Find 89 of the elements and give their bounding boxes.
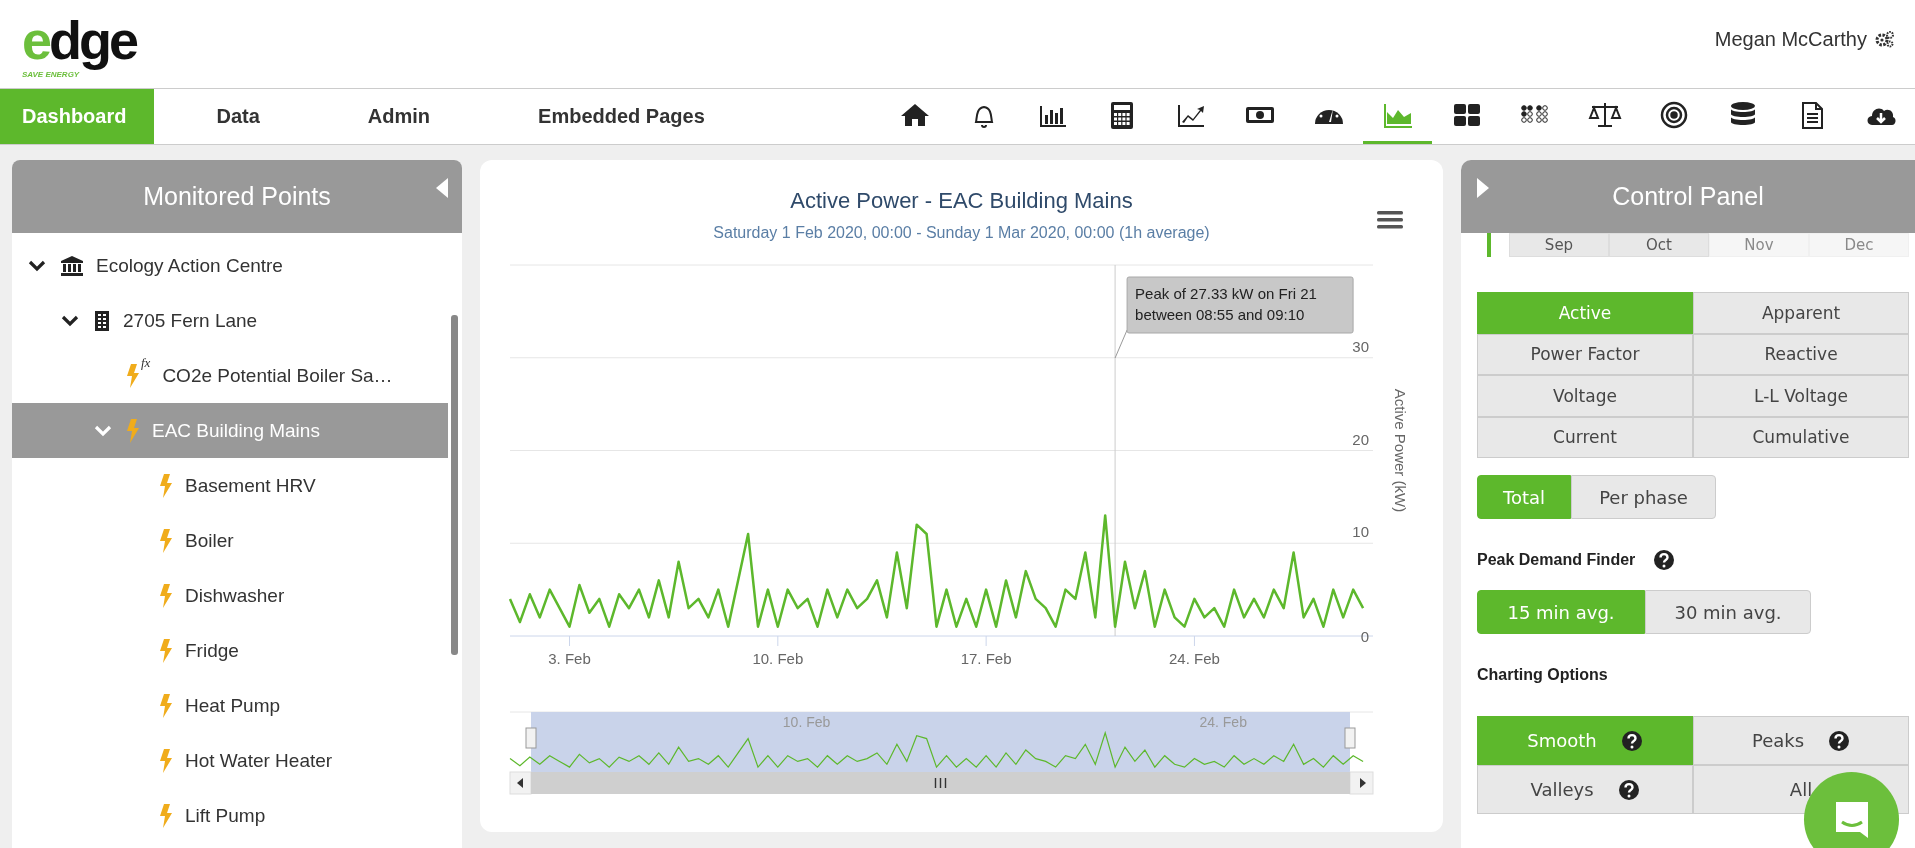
logo-tagline: SAVE ENERGY [22, 71, 80, 80]
tree-item[interactable]: Hot Water Heater [12, 733, 448, 788]
chart-option-button[interactable]: Valleys [1477, 765, 1693, 814]
tooltip-text: Peak of 27.33 kW on Fri 21 [1135, 285, 1317, 302]
bolt-icon [159, 528, 173, 553]
tree-label: Lift Pump [185, 804, 266, 827]
logo-wordmark: edge [22, 8, 138, 72]
tree-item[interactable]: Fridge [12, 623, 448, 678]
measure-button[interactable]: Power Factor [1477, 333, 1693, 375]
tree-label: EAC Building Mains [152, 419, 320, 442]
chevron-down-icon[interactable] [28, 259, 46, 272]
bolt-icon [159, 748, 173, 773]
grip-icon [934, 777, 947, 789]
chart-title: Active Power - EAC Building Mains [790, 188, 1133, 214]
month-tab[interactable]: Sep [1509, 233, 1609, 257]
phase-button[interactable]: Per phase [1571, 475, 1716, 519]
panel-title: Monitored Points [143, 182, 331, 211]
chart-subtitle: Saturday 1 Feb 2020, 00:00 - Sunday 1 Mar 2020, 00:00 (1h average) [713, 224, 1210, 242]
help-icon[interactable] [1620, 729, 1643, 752]
bolt-icon [126, 363, 140, 388]
measure-button[interactable]: Cumulative [1693, 416, 1909, 458]
tree-item[interactable]: Lift Pump [12, 788, 448, 843]
panel-title: Control Panel [1612, 182, 1764, 211]
measure-button[interactable]: Current [1477, 416, 1693, 458]
bolt-icon [126, 418, 140, 443]
bolt-icon [159, 693, 173, 718]
navigator-label: 24. Feb [1199, 714, 1247, 730]
tree-item[interactable]: $^{fx}$ CO2e Potential Boiler Sa… [12, 348, 448, 403]
bank-icon [60, 254, 84, 277]
bolt-icon [159, 583, 173, 608]
collapse-icon[interactable] [436, 178, 448, 198]
gears-icon[interactable] [1875, 30, 1895, 48]
y-tick-label: 0 [1360, 628, 1369, 645]
navigator-label: 10. Feb [782, 714, 831, 730]
tree-item[interactable]: Basement HRV [12, 458, 448, 513]
bolt-icon [159, 803, 173, 828]
scroll-left-button[interactable] [509, 771, 532, 795]
navigator-handle[interactable] [1344, 727, 1356, 749]
tree-label: Hot Water Heater [185, 749, 333, 772]
scrollbar-thumb[interactable] [451, 315, 458, 655]
tree-label: Fridge [185, 639, 239, 662]
tree-item[interactable]: Dishwasher [12, 568, 448, 623]
nav-tab[interactable]: Embedded Pages [476, 89, 751, 144]
measure-button[interactable]: L-L Voltage [1693, 375, 1909, 417]
bolt-icon [159, 473, 173, 498]
tree-label: Boiler [185, 529, 234, 552]
tree-item[interactable]: Ecology Action Centre [12, 238, 448, 293]
tree-label: Dishwasher [185, 584, 285, 607]
tree-label: CO2e Potential Boiler Sa… [162, 364, 393, 387]
y-tick-label: 20 [1352, 430, 1369, 448]
tooltip-text: between 08:55 and 09:10 [1135, 306, 1305, 323]
x-tick-label: 17. Feb [960, 650, 1012, 667]
y-tick-label: 30 [1352, 337, 1369, 355]
y-tick-label: 10 [1352, 523, 1369, 541]
tree-label: Basement HRV [185, 474, 316, 497]
y-axis-title: Active Power (kW) [1392, 388, 1409, 513]
section-label: Peak Demand Finder [1477, 551, 1636, 569]
measure-button[interactable]: Voltage [1477, 375, 1693, 417]
tree-item[interactable]: Heat Pump [12, 678, 448, 733]
formula-label: fx [141, 355, 151, 369]
help-icon[interactable] [1653, 549, 1676, 571]
leader-line [1114, 329, 1128, 359]
nav-tab[interactable]: Data [154, 89, 306, 144]
help-icon[interactable] [1828, 729, 1851, 752]
tree-item[interactable]: Boiler [12, 513, 448, 568]
expand-icon[interactable] [1477, 178, 1489, 198]
tree-label: Ecology Action Centre [96, 254, 283, 277]
help-icon[interactable] [1617, 778, 1640, 801]
user-name[interactable]: Megan McCarthy [1714, 27, 1867, 51]
measure-button[interactable]: Reactive [1693, 333, 1909, 375]
tree-label: 2705 Fern Lane [123, 309, 258, 332]
scrollbar-thumb[interactable] [531, 772, 1350, 794]
chevron-down-icon[interactable] [61, 314, 79, 327]
building-icon [93, 309, 111, 332]
menu-icon[interactable] [1377, 210, 1403, 230]
navigator-handle[interactable] [525, 727, 537, 749]
measure-button[interactable]: Apparent [1693, 292, 1909, 334]
tree-label: Heat Pump [185, 694, 281, 717]
chart-option-button[interactable]: Peaks [1693, 716, 1909, 765]
month-tab[interactable]: Oct [1609, 233, 1709, 257]
x-tick-label: 3. Feb [548, 650, 591, 667]
nav-tab[interactable]: Admin [305, 89, 477, 144]
average-button[interactable]: 30 min avg. [1645, 590, 1811, 634]
x-tick-label: 24. Feb [1169, 650, 1220, 667]
x-tick-label: 10. Feb [752, 650, 804, 667]
bolt-icon [159, 638, 173, 663]
scroll-right-button[interactable] [1349, 771, 1374, 795]
tree-item[interactable]: 2705 Fern Lane [12, 293, 448, 348]
section-label: Charting Options [1477, 666, 1608, 684]
